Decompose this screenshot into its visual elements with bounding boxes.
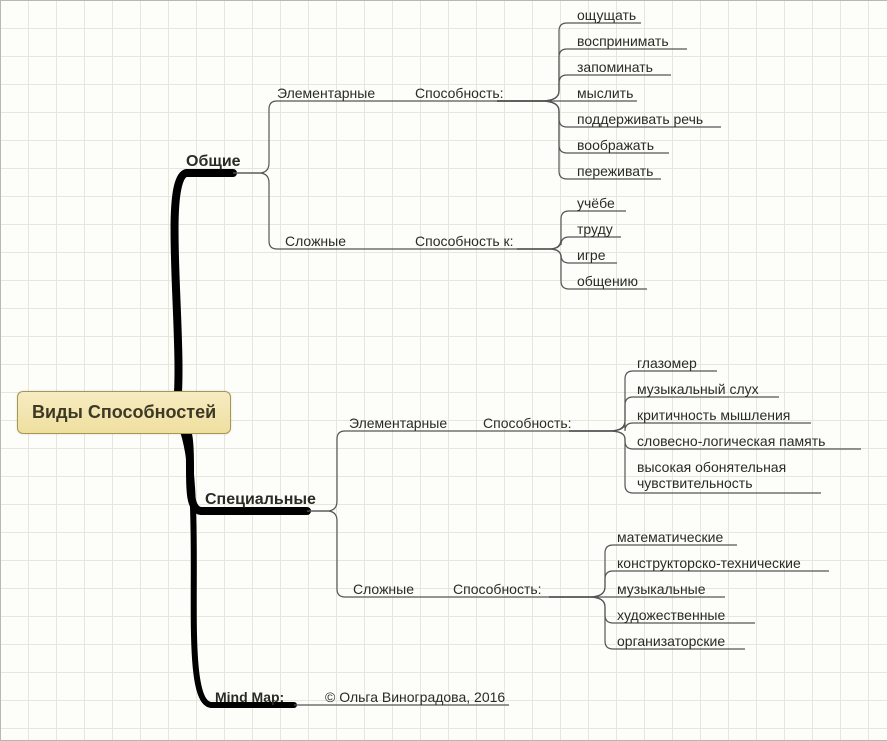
leaf-general-elem-7: переживать <box>577 163 653 179</box>
node-special-complex: Сложные <box>353 581 414 597</box>
node-general-elementary: Элементарные <box>277 85 375 101</box>
node-general-complex: Сложные <box>285 233 346 249</box>
root-node: Виды Способностей <box>17 391 231 434</box>
node-general-complex-ability: Способность к: <box>415 233 514 249</box>
leaf-special-elem-5: высокая обонятельная чувствительность <box>637 459 837 491</box>
leaf-special-elem-4: словесно-логическая память <box>637 433 825 449</box>
branch-mindmap: Mind Map: <box>215 689 284 705</box>
node-credit: © Ольга Виноградова, 2016 <box>325 689 505 705</box>
node-special-elementary: Элементарные <box>349 415 447 431</box>
leaf-general-elem-1: ощущать <box>577 7 636 23</box>
branch-general: Общие <box>186 153 241 171</box>
leaf-special-comp-3: музыкальные <box>617 581 706 597</box>
leaf-general-elem-6: воображать <box>577 137 654 153</box>
leaf-special-elem-2: музыкальный слух <box>637 381 759 397</box>
node-special-elementary-ability: Способность: <box>483 415 572 431</box>
leaf-special-elem-1: глазомер <box>637 355 697 371</box>
leaf-general-comp-2: труду <box>577 221 613 237</box>
leaf-general-elem-2: воспринимать <box>577 33 669 49</box>
leaf-general-comp-1: учёбе <box>577 195 615 211</box>
node-general-elementary-ability: Способность: <box>415 85 504 101</box>
mindmap-connectors <box>1 1 887 740</box>
leaf-special-comp-1: математические <box>617 529 723 545</box>
node-special-complex-ability: Способность: <box>453 581 542 597</box>
branch-special: Специальные <box>205 491 316 509</box>
leaf-special-comp-4: художественные <box>617 607 725 623</box>
leaf-general-comp-4: общению <box>577 273 638 289</box>
leaf-general-comp-3: игре <box>577 247 606 263</box>
leaf-special-comp-5: организаторские <box>617 633 725 649</box>
leaf-general-elem-5: поддерживать речь <box>577 111 703 127</box>
leaf-special-elem-3: критичность мышления <box>637 407 790 423</box>
leaf-special-comp-2: конструкторско-технические <box>617 555 801 571</box>
leaf-general-elem-4: мыслить <box>577 85 633 101</box>
leaf-general-elem-3: запоминать <box>577 59 653 75</box>
